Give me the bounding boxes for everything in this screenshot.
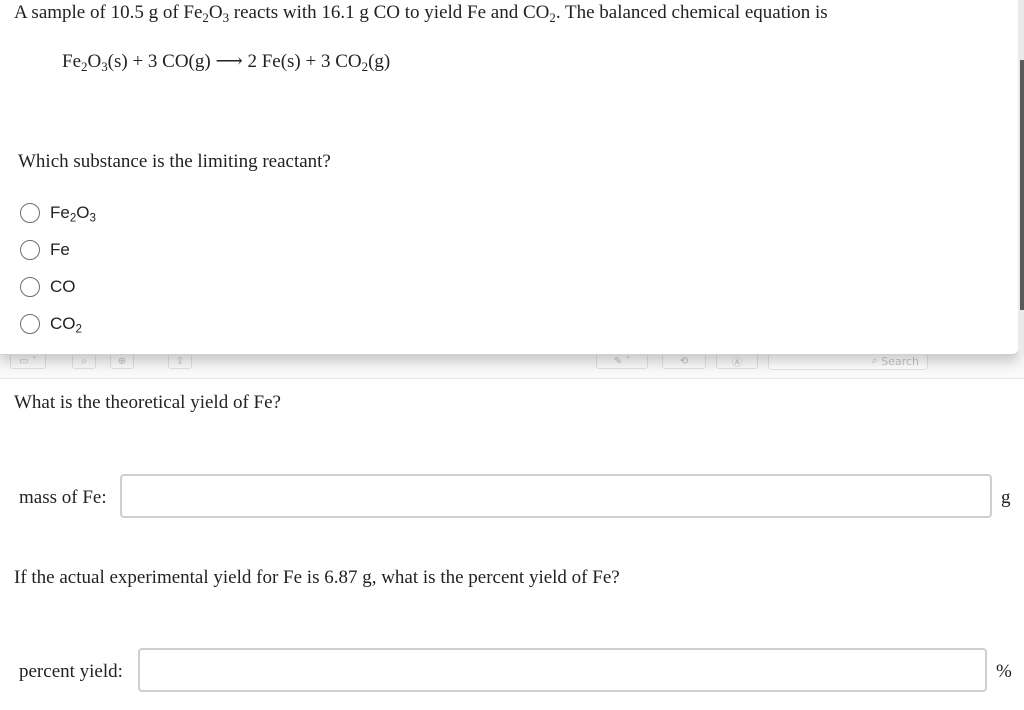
search-icon: ⌕ (871, 354, 882, 367)
percent-field-label: percent yield: (19, 661, 123, 682)
radio-button[interactable] (20, 203, 40, 223)
option-label: Fe2O3 (50, 203, 96, 225)
option-label: CO (50, 277, 76, 296)
radio-button[interactable] (20, 240, 40, 260)
percent-yield-input[interactable] (138, 648, 987, 692)
problem-statement: A sample of 10.5 g of Fe2O3 reacts with … (14, 2, 828, 26)
reaction-arrow: ⟶ (215, 51, 243, 72)
option-label: CO2 (50, 314, 82, 336)
option-fe[interactable]: Fe (20, 236, 70, 264)
percent-unit: % (996, 661, 1012, 682)
sidebar-toggle-icon[interactable]: ▭ ˅ (10, 353, 46, 369)
question-popup: A sample of 10.5 g of Fe2O3 reacts with … (0, 0, 1019, 355)
radio-button[interactable] (20, 277, 40, 297)
share-icon[interactable]: ⇪ (168, 353, 192, 369)
rotate-icon[interactable]: ⟲ (662, 353, 706, 369)
option-co2[interactable]: CO2 (20, 310, 82, 338)
mass-of-fe-input[interactable] (120, 474, 992, 518)
option-co[interactable]: CO (20, 273, 76, 301)
question-percent-yield: If the actual experimental yield for Fe … (14, 567, 620, 588)
option-fe2o3[interactable]: Fe2O3 (20, 199, 96, 227)
search-placeholder: Search (881, 354, 919, 368)
scrollbar-thumb[interactable] (1020, 60, 1024, 310)
radio-button[interactable] (20, 314, 40, 334)
question-theoretical-yield: What is the theoretical yield of Fe? (14, 392, 281, 413)
zoom-out-icon[interactable]: ⌕ (72, 353, 96, 369)
question-limiting-reactant: Which substance is the limiting reactant… (18, 151, 331, 172)
markup-pen-icon[interactable]: ✎ ˅ (596, 353, 648, 369)
zoom-in-icon[interactable]: ⊕ (110, 353, 134, 369)
balanced-equation: Fe2O3(s) + 3 CO(g) ⟶ 2 Fe(s) + 3 CO2(g) (62, 51, 391, 75)
mass-field-label: mass of Fe: (19, 487, 107, 508)
option-label: Fe (50, 240, 70, 259)
annotate-icon[interactable]: Ⓐ (716, 353, 758, 369)
mass-unit: g (1001, 487, 1011, 508)
